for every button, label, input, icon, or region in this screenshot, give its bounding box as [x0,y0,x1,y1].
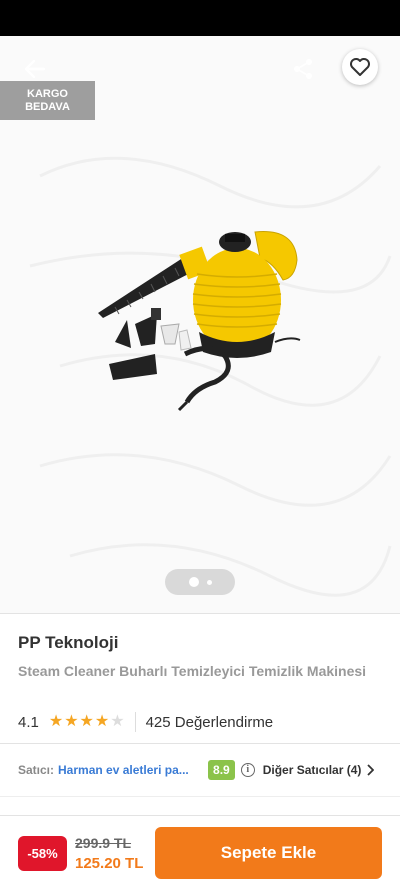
star-rating: ★ ★ ★ ★ ★ [49,714,125,730]
separator [134,712,136,732]
star-filled-icon: ★ [94,713,110,730]
brand-name[interactable]: PP Teknoloji [18,633,118,653]
badge-line-1: KARGO [27,87,68,100]
gallery-pager[interactable] [165,569,235,595]
arrow-left-icon [24,59,46,79]
seller-row: Satıcı: Harman ev aletleri pa... 8.9 i D… [18,758,388,782]
share-button[interactable] [286,52,320,86]
bottom-purchase-bar: -58% 299.9 TL 125.20 TL Sepete Ekle [0,815,400,888]
pager-dot [206,579,212,585]
heart-icon [350,58,370,76]
free-shipping-badge: KARGO BEDAVA [0,81,95,120]
seller-score-badge: 8.9 [208,760,235,780]
favorite-button[interactable] [342,49,378,85]
review-count[interactable]: 425 Değerlendirme [146,714,274,731]
rating-value: 4.1 [18,713,39,731]
divider [0,743,400,744]
pager-dot-active [188,577,199,587]
discount-badge: -58% [18,836,67,871]
rating-row[interactable]: 4.1 ★ ★ ★ ★ ★ 425 Değerlendirme [18,711,273,733]
badge-line-2: BEDAVA [25,100,70,113]
product-gallery[interactable] [0,36,400,614]
star-empty-icon: ★ [110,713,125,730]
star-filled-icon: ★ [64,713,79,730]
product-image [98,231,301,412]
original-price: 299.9 TL [75,835,132,851]
status-bar [0,0,400,36]
divider [0,613,400,614]
star-filled-icon: ★ [79,713,94,730]
share-icon [294,59,312,79]
sale-price: 125.20 TL [75,855,144,872]
seller-label: Satıcı: [18,763,55,777]
seller-link[interactable]: Harman ev aletleri pa... [58,763,200,777]
chevron-right-icon[interactable] [366,764,375,776]
star-filled-icon: ★ [48,713,64,730]
other-sellers-link[interactable]: Diğer Satıcılar (4) [263,763,362,777]
product-title: Steam Cleaner Buharlı Temizleyici Temizl… [18,663,367,679]
add-to-cart-button[interactable]: Sepete Ekle [155,827,382,879]
info-icon[interactable]: i [240,763,255,777]
divider [0,796,400,797]
